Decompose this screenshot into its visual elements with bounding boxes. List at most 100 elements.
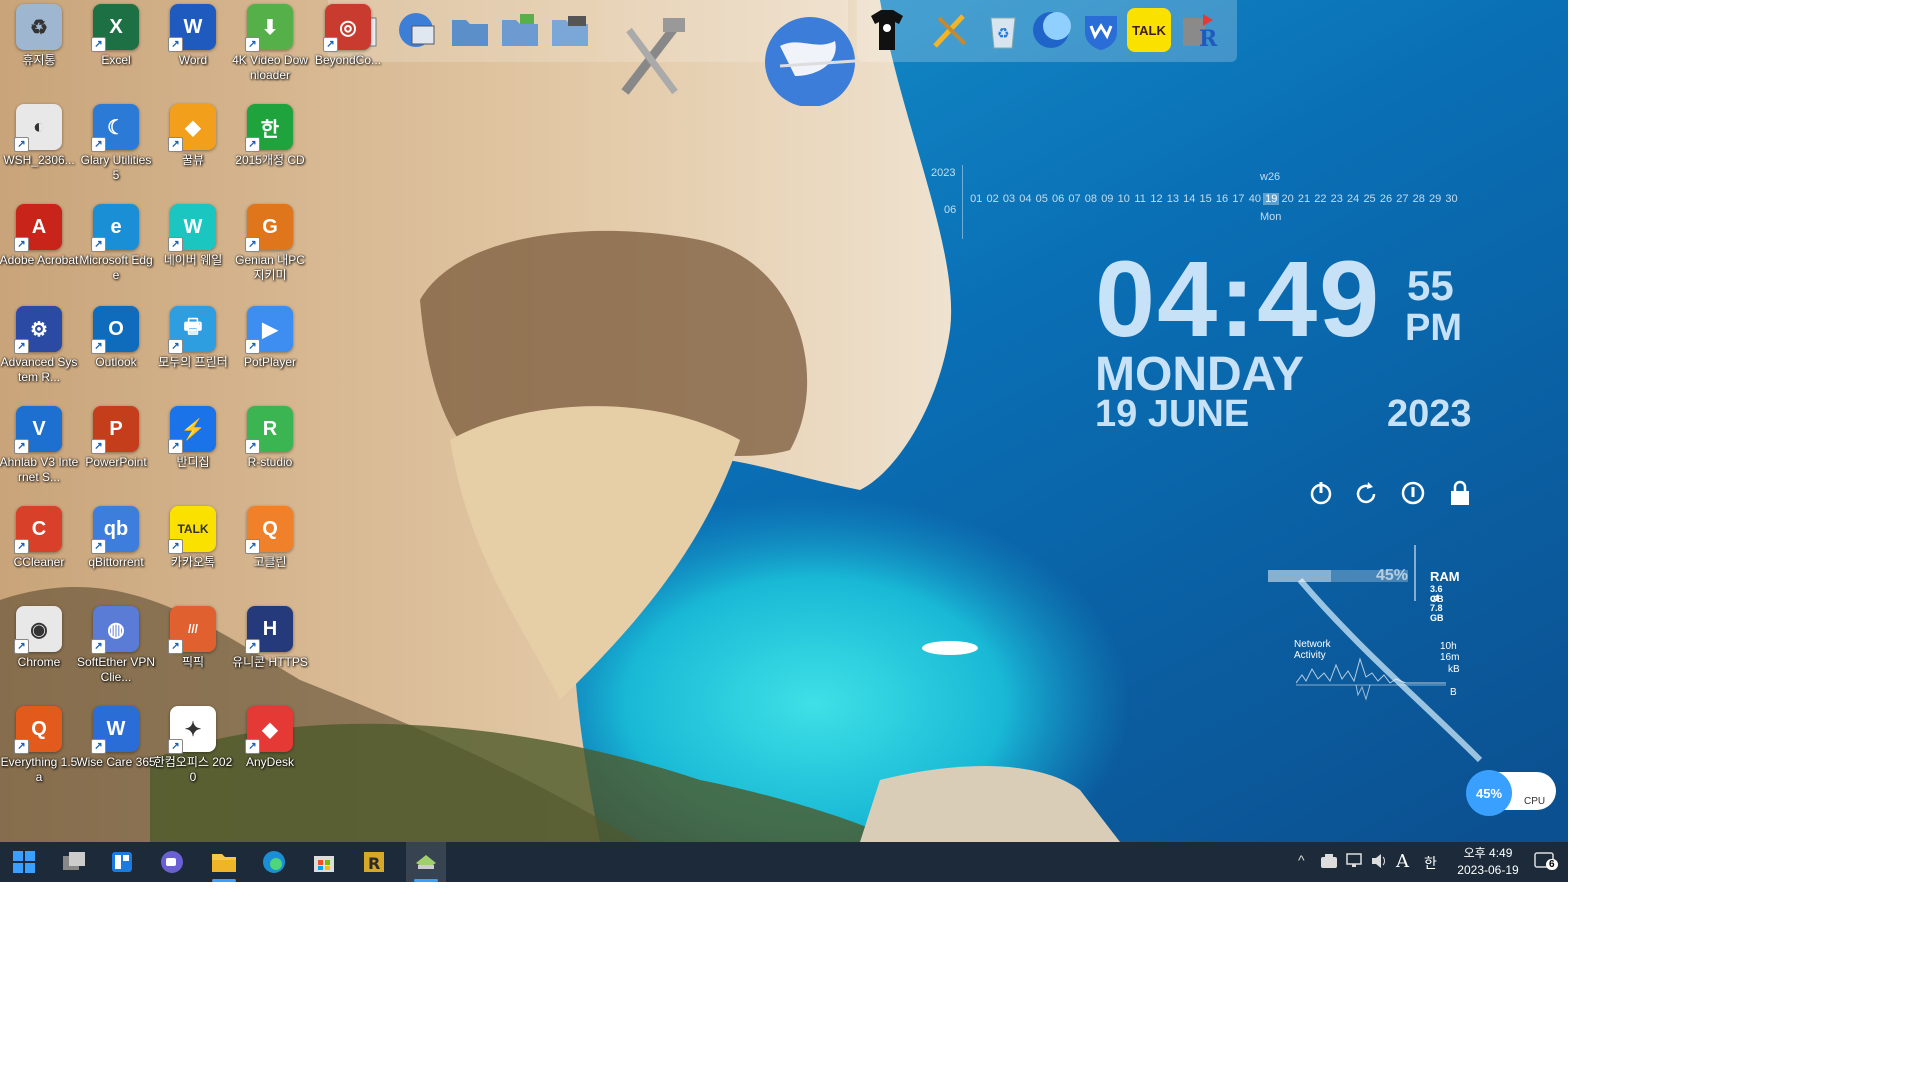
microsoft-store-icon[interactable] <box>308 846 340 878</box>
kakaotalk-dock-icon[interactable]: TALK <box>1125 6 1173 54</box>
desktop-icon[interactable]: W ↗ Word <box>154 4 232 68</box>
desktop-icon[interactable]: ⚙ ↗ Advanced System R... <box>0 306 78 385</box>
desktop-icon[interactable]: ◉ ↗ Chrome <box>0 606 78 670</box>
desktop-icon[interactable]: P ↗ PowerPoint <box>77 406 155 470</box>
desktop-icon[interactable]: V ↗ Ahnlab V3 Internet S... <box>0 406 78 485</box>
folder-dock-icon[interactable] <box>446 6 494 54</box>
power-icon[interactable] <box>1308 480 1334 512</box>
calendar-day[interactable]: 30 <box>1443 193 1459 205</box>
desktop-icon[interactable]: O ↗ Outlook <box>77 306 155 370</box>
lock-icon[interactable] <box>1448 480 1472 512</box>
calendar-day[interactable]: 27 <box>1394 193 1410 205</box>
desktop-icon[interactable]: ◍ ↗ SoftEther VPN Clie... <box>77 606 155 685</box>
calendar-day[interactable]: 01 <box>968 193 984 205</box>
calendar-day[interactable]: 08 <box>1083 193 1099 205</box>
desktop-icon[interactable]: ◎ ↗ BeyondCo... <box>309 4 387 68</box>
desktop-icon[interactable]: A ↗ Adobe Acrobat <box>0 204 78 268</box>
desktop-icon[interactable]: ◆ ↗ 꿀뷰 <box>154 104 232 168</box>
drive-app-taskbar-icon[interactable] <box>406 842 446 882</box>
widgets-icon[interactable] <box>106 846 138 878</box>
r-studio-taskbar-icon[interactable]: R <box>358 846 390 878</box>
desktop-icon[interactable]: H ↗ 유니콘 HTTPS <box>231 606 309 670</box>
desktop-icon[interactable]: ☾ ↗ Glary Utilities 5 <box>77 104 155 183</box>
teams-chat-icon[interactable] <box>156 846 188 878</box>
calendar-day[interactable]: 29 <box>1427 193 1443 205</box>
desktop-icon[interactable]: X ↗ Excel <box>77 4 155 68</box>
desktop-icon-glyph: ◆ <box>185 116 201 139</box>
calendar-day[interactable]: 24 <box>1345 193 1361 205</box>
desktop-icon[interactable]: Q ↗ 고클린 <box>231 506 309 570</box>
calendar-day[interactable]: 22 <box>1312 193 1328 205</box>
calendar-day[interactable]: 09 <box>1099 193 1115 205</box>
desktop-icon[interactable]: ▶ ↗ PotPlayer <box>231 306 309 370</box>
desktop-icon[interactable]: Q ↗ Everything 1.5a <box>0 706 78 785</box>
calendar-day[interactable]: 20 <box>1279 193 1295 205</box>
tray-overflow-chevron-icon[interactable]: ^ <box>1298 852 1305 868</box>
calendar-day[interactable]: 14 <box>1181 193 1197 205</box>
repair-tools-dock-icon[interactable] <box>927 6 975 54</box>
calendar-day[interactable]: 16 <box>1214 193 1230 205</box>
desktop-icon[interactable]: ♻ 휴지통 <box>0 4 78 68</box>
r-studio-dock-icon[interactable]: R <box>1177 6 1225 54</box>
task-view-icon[interactable] <box>58 846 90 878</box>
desktop-icon[interactable]: ⚡ ↗ 반디집 <box>154 406 232 470</box>
calendar-day[interactable]: 21 <box>1296 193 1312 205</box>
calendar-day[interactable]: 07 <box>1066 193 1082 205</box>
calendar-day[interactable]: 10 <box>1116 193 1132 205</box>
calendar-day[interactable]: 05 <box>1034 193 1050 205</box>
network-globe-dock-icon[interactable] <box>392 6 440 54</box>
calendar-day[interactable]: 06 <box>1050 193 1066 205</box>
desktop-icon[interactable]: qb ↗ qBittorrent <box>77 506 155 570</box>
globe-dock-icon[interactable] <box>758 4 858 108</box>
desktop-icon[interactable]: /// ↗ 픽픽 <box>154 606 232 670</box>
start-button[interactable] <box>8 846 40 878</box>
logoff-icon[interactable] <box>1400 480 1426 512</box>
drive-app-active-indicator <box>414 879 438 882</box>
calendar-day[interactable]: 40 <box>1247 193 1263 205</box>
cpu-gadget[interactable]: 45% CPU <box>1466 770 1558 816</box>
calendar-day[interactable]: 25 <box>1361 193 1377 205</box>
desktop-icon[interactable]: 🖶 ↗ 모두의 프린터 <box>154 306 232 370</box>
calendar-day[interactable]: 19 <box>1263 193 1280 205</box>
desktop-icon[interactable]: W ↗ 네이버 웨일 <box>154 204 232 268</box>
calendar-day[interactable]: 03 <box>1001 193 1017 205</box>
desktop-icon[interactable]: G ↗ Genian 내PC지키미 <box>231 204 309 283</box>
calendar-day[interactable]: 28 <box>1411 193 1427 205</box>
recycle-bin-dock-icon[interactable]: ♻ <box>979 6 1027 54</box>
restart-icon[interactable] <box>1354 480 1380 512</box>
calendar-day[interactable]: 12 <box>1148 193 1164 205</box>
desktop-icon[interactable]: ⬇ ↗ 4K Video Downloader <box>231 4 309 83</box>
calendar-day[interactable]: 11 <box>1132 193 1148 205</box>
network-icon[interactable] <box>1345 853 1363 869</box>
taskbar-clock[interactable]: 오후 4:49 2023-06-19 <box>1452 845 1524 879</box>
notification-icon[interactable]: 6 <box>1534 851 1560 873</box>
calendar-day[interactable]: 26 <box>1378 193 1394 205</box>
ime-language-indicator[interactable]: A <box>1396 851 1409 872</box>
folder-hdd-dock-icon[interactable] <box>546 6 594 54</box>
wise-dock-icon[interactable] <box>1077 6 1125 54</box>
calendar-day[interactable]: 15 <box>1197 193 1213 205</box>
system-tools-dock-icon[interactable] <box>613 10 693 100</box>
edge-taskbar-icon[interactable] <box>258 846 290 878</box>
folder-shared-dock-icon[interactable] <box>496 6 544 54</box>
calendar-day[interactable]: 13 <box>1165 193 1181 205</box>
desktop-icon[interactable]: 한 ↗ 2015개정 CD <box>231 104 309 168</box>
desktop-icon[interactable]: ✦ ↗ 한컴오피스 2020 <box>154 706 232 785</box>
desktop-icon[interactable]: TALK ↗ 카카오톡 <box>154 506 232 570</box>
desktop-icon[interactable]: e ↗ Microsoft Edge <box>77 204 155 283</box>
ime-mode-indicator[interactable]: 한 <box>1424 853 1437 873</box>
desktop-icon[interactable]: C ↗ CCleaner <box>0 506 78 570</box>
tray-app-icon[interactable] <box>1320 853 1338 869</box>
file-explorer-icon[interactable] <box>208 846 240 878</box>
volume-icon[interactable] <box>1370 853 1388 869</box>
glary-dock-icon[interactable] <box>1027 6 1075 54</box>
desktop-icon[interactable]: ◐ ↗ WSH_2306... <box>0 104 78 168</box>
desktop-icon[interactable]: R ↗ R-studio <box>231 406 309 470</box>
calendar-day[interactable]: 04 <box>1017 193 1033 205</box>
tshirt-dock-icon[interactable] <box>863 6 911 54</box>
calendar-day[interactable]: 02 <box>984 193 1000 205</box>
desktop-icon[interactable]: ◆ ↗ AnyDesk <box>231 706 309 770</box>
desktop-icon[interactable]: W ↗ Wise Care 365 <box>76 706 156 770</box>
calendar-day[interactable]: 23 <box>1329 193 1345 205</box>
calendar-day[interactable]: 17 <box>1230 193 1246 205</box>
